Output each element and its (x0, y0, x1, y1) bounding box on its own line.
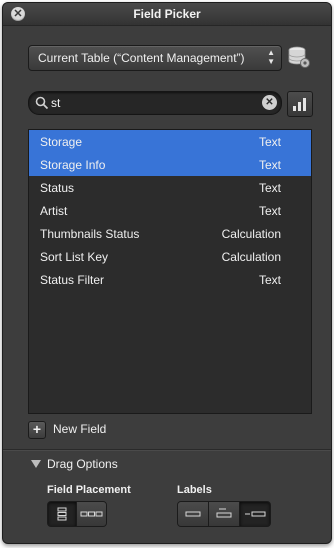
list-item[interactable]: Status Filter Text (29, 268, 311, 291)
field-placement-segmented (47, 501, 107, 527)
field-type: Text (258, 273, 281, 287)
table-select-value: Current Table (“Content Management”) (38, 51, 245, 65)
field-type: Calculation (221, 250, 281, 264)
vertical-stack-icon (57, 507, 67, 521)
field-type: Text (258, 204, 281, 218)
table-select[interactable]: Current Table (“Content Management”) ▲ ▼ (28, 45, 282, 71)
field-list: Storage Text Storage Info Text Status Te… (28, 129, 312, 414)
list-item[interactable]: Status Text (29, 176, 311, 199)
triangle-down-icon (31, 460, 41, 468)
field-name: Artist (40, 204, 68, 218)
title-bar: ✕ Field Picker (3, 3, 331, 26)
field-type: Text (258, 135, 281, 149)
field-name: Storage Info (40, 158, 106, 172)
chevron-updown-icon: ▲ ▼ (267, 48, 275, 66)
labels-none-button[interactable] (178, 502, 209, 526)
label-top-icon (216, 508, 232, 518)
labels-label: Labels (177, 484, 212, 496)
list-item[interactable]: Storage Info Text (29, 153, 311, 176)
list-item[interactable]: Sort List Key Calculation (29, 245, 311, 268)
field-name: Status (40, 181, 75, 195)
divider (3, 449, 331, 451)
labels-segmented (177, 501, 271, 527)
drag-options-label: Drag Options (47, 457, 118, 471)
field-name: Status Filter (40, 273, 105, 287)
database-gear-icon[interactable] (287, 45, 311, 69)
field-name: Thumbnails Status (40, 227, 140, 241)
horizontal-row-icon (80, 511, 103, 517)
list-item[interactable]: Artist Text (29, 199, 311, 222)
list-item[interactable]: Thumbnails Status Calculation (29, 222, 311, 245)
search-icon (35, 96, 49, 110)
clear-icon[interactable]: ✕ (262, 95, 277, 110)
labels-top-button[interactable] (209, 502, 240, 526)
field-picker-panel: ✕ Field Picker Current Table (“Content M… (2, 2, 332, 544)
field-type: Text (258, 158, 281, 172)
labels-left-button[interactable] (240, 502, 270, 526)
bar-chart-icon[interactable] (287, 91, 313, 117)
new-field-label: New Field (53, 422, 107, 436)
search-field: ✕ (28, 91, 282, 115)
search-input[interactable] (51, 94, 261, 112)
field-placement-horizontal-button[interactable] (77, 502, 106, 526)
plus-icon: + (28, 421, 46, 439)
field-type: Calculation (221, 227, 281, 241)
field-placement-label: Field Placement (47, 484, 131, 496)
label-left-icon (245, 511, 266, 517)
field-name: Sort List Key (40, 250, 109, 264)
field-name: Storage (40, 135, 83, 149)
list-item[interactable]: Storage Text (29, 130, 311, 153)
label-none-icon (185, 511, 201, 517)
window-title: Field Picker (133, 7, 201, 21)
field-placement-vertical-button[interactable] (48, 502, 77, 526)
field-type: Text (258, 181, 281, 195)
